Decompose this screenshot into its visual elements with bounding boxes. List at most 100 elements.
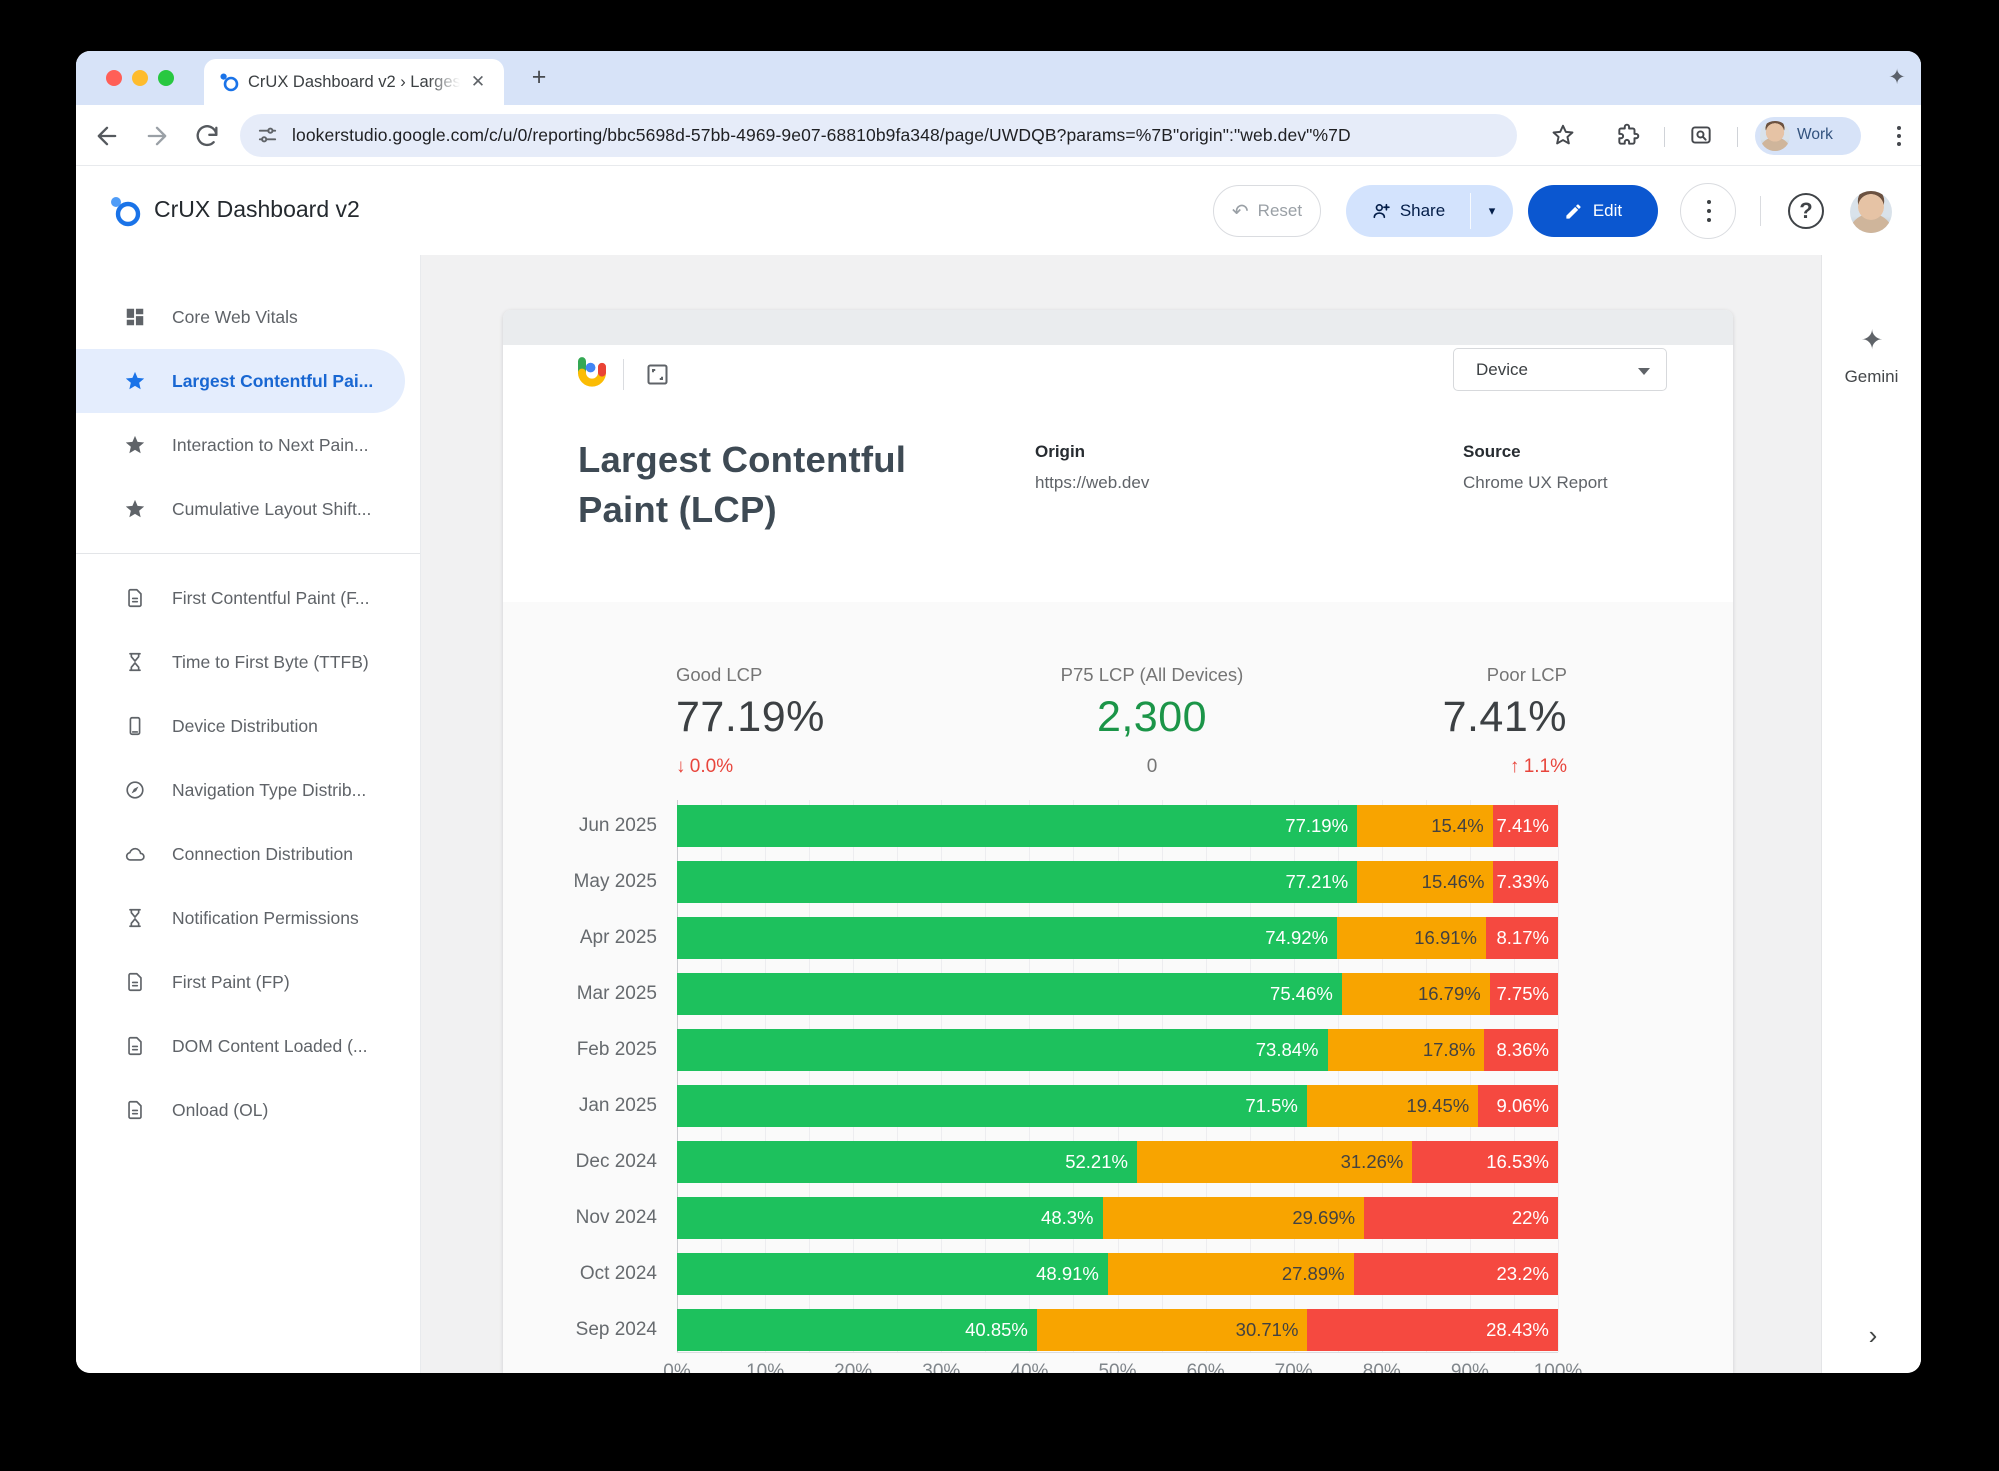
bar-segment-poor[interactable]: 8.17%	[1486, 917, 1558, 959]
bar-segment-poor[interactable]: 8.36%	[1484, 1029, 1558, 1071]
hourglass-icon	[124, 651, 146, 673]
bar-segment-good[interactable]: 40.85%	[677, 1309, 1037, 1351]
bar-segment-needs-improvement[interactable]: 15.4%	[1357, 805, 1493, 847]
bar-segment-good[interactable]: 52.21%	[677, 1141, 1137, 1183]
next-page-chevron[interactable]: ›	[1858, 1321, 1888, 1351]
sidebar-item-label: Connection Distribution	[172, 844, 353, 865]
bar-segment-good[interactable]: 48.3%	[677, 1197, 1103, 1239]
forward-button[interactable]	[143, 122, 171, 150]
bar-segment-good[interactable]: 77.21%	[677, 861, 1357, 903]
new-tab-button[interactable]: +	[524, 63, 554, 93]
share-dropdown-caret-icon[interactable]: ▾	[1471, 185, 1513, 237]
more-options-button[interactable]	[1680, 183, 1736, 239]
bar-segment-good[interactable]: 73.84%	[677, 1029, 1328, 1071]
bar-segment-needs-improvement[interactable]: 17.8%	[1328, 1029, 1485, 1071]
bar-segment-needs-improvement[interactable]: 16.91%	[1337, 917, 1486, 959]
extensions-puzzle-icon[interactable]	[1615, 122, 1641, 148]
sidebar-item[interactable]: Device Distribution	[76, 694, 420, 758]
screenshot-stage: CrUX Dashboard v2 › Largest ✕ + ✦ looker…	[0, 0, 1999, 1471]
dashboard-icon	[124, 306, 146, 328]
browser-tab[interactable]: CrUX Dashboard v2 › Largest ✕	[204, 59, 504, 105]
help-button[interactable]: ?	[1788, 193, 1824, 229]
bar-segment-good[interactable]: 48.91%	[677, 1253, 1108, 1295]
sidebar-item[interactable]: Notification Permissions	[76, 886, 420, 950]
chart-category-label: Oct 2024	[537, 1263, 657, 1285]
star-icon	[124, 370, 146, 392]
profile-chip[interactable]: Work	[1755, 117, 1861, 155]
bar-segment-poor[interactable]: 7.75%	[1490, 973, 1558, 1015]
window-close-button[interactable]	[106, 70, 122, 86]
sidebar-item[interactable]: Navigation Type Distrib...	[76, 758, 420, 822]
sidebar-item[interactable]: First Contentful Paint (F...	[76, 566, 420, 630]
x-axis-tick-label: 100%	[1523, 1361, 1593, 1373]
bar-segment-label: 30.71%	[1236, 1309, 1299, 1351]
sidebar-item[interactable]: DOM Content Loaded (...	[76, 1014, 420, 1078]
gemini-sparkle-icon[interactable]: ✦	[1856, 325, 1888, 356]
pencil-icon	[1564, 202, 1583, 221]
document-icon	[124, 1035, 146, 1057]
sidebar-item[interactable]: Onload (OL)	[76, 1078, 420, 1142]
report-sidebar: Core Web Vitals Largest Contentful Pai...…	[76, 255, 421, 1373]
sidebar-item[interactable]: Time to First Byte (TTFB)	[76, 630, 420, 694]
back-button[interactable]	[93, 122, 121, 150]
bar-segment-needs-improvement[interactable]: 27.89%	[1108, 1253, 1354, 1295]
hourglass-icon	[124, 907, 146, 929]
bar-segment-label: 40.85%	[965, 1309, 1028, 1351]
bar-segment-needs-improvement[interactable]: 29.69%	[1103, 1197, 1365, 1239]
reset-button[interactable]: ↶ Reset	[1213, 185, 1321, 237]
sidebar-item[interactable]: Cumulative Layout Shift...	[76, 477, 420, 541]
lcp-stacked-bar-chart: Jun 202577.19%15.4%7.41%May 202577.21%15…	[503, 800, 1733, 1373]
bar-segment-poor[interactable]: 7.41%	[1493, 805, 1558, 847]
x-axis-tick-label: 30%	[906, 1361, 976, 1373]
bar-segment-good[interactable]: 74.92%	[677, 917, 1337, 959]
sidebar-item[interactable]: First Paint (FP)	[76, 950, 420, 1014]
bar-segment-poor[interactable]: 22%	[1364, 1197, 1558, 1239]
window-minimize-button[interactable]	[132, 70, 148, 86]
sidebar-item[interactable]: Interaction to Next Pain...	[76, 413, 420, 477]
bar-segment-needs-improvement[interactable]: 16.79%	[1342, 973, 1490, 1015]
bar-segment-label: 73.84%	[1256, 1029, 1319, 1071]
sidebar-item[interactable]: Core Web Vitals	[76, 285, 420, 349]
bar-segment-good[interactable]: 71.5%	[677, 1085, 1307, 1127]
bar-segment-good[interactable]: 77.19%	[677, 805, 1357, 847]
bar-segment-poor[interactable]: 23.2%	[1354, 1253, 1558, 1295]
bar-segment-label: 48.91%	[1036, 1253, 1099, 1295]
browser-window: CrUX Dashboard v2 › Largest ✕ + ✦ looker…	[76, 51, 1921, 1373]
share-button[interactable]: Share	[1346, 185, 1470, 237]
reload-button[interactable]	[193, 122, 221, 150]
bar-segment-needs-improvement[interactable]: 30.71%	[1037, 1309, 1308, 1351]
bar-segment-poor[interactable]: 16.53%	[1412, 1141, 1558, 1183]
edit-button[interactable]: Edit	[1528, 185, 1658, 237]
account-avatar[interactable]	[1850, 191, 1892, 233]
bar-segment-poor[interactable]: 28.43%	[1307, 1309, 1557, 1351]
sidebar-item[interactable]: Largest Contentful Pai...	[76, 349, 405, 413]
bar-segment-needs-improvement[interactable]: 19.45%	[1307, 1085, 1478, 1127]
device-filter-dropdown[interactable]: Device	[1453, 348, 1667, 391]
chart-row: Dec 202452.21%31.26%16.53%	[677, 1141, 1558, 1183]
window-zoom-button[interactable]	[158, 70, 174, 86]
tab-search-icon[interactable]	[1688, 122, 1714, 148]
gemini-side-rail: ✦ Gemini ›	[1821, 255, 1921, 1373]
stacked-bar: 48.3%29.69%22%	[677, 1197, 1558, 1239]
scorecard-delta: ↑ 1.1%	[1281, 756, 1567, 778]
sidebar-item-label: Largest Contentful Pai...	[172, 371, 373, 392]
sidebar-item[interactable]: Connection Distribution	[76, 822, 420, 886]
address-bar[interactable]: lookerstudio.google.com/c/u/0/reporting/…	[240, 114, 1517, 157]
origin-block: Origin https://web.dev	[1035, 442, 1149, 493]
document-icon	[124, 1099, 146, 1121]
bar-segment-needs-improvement[interactable]: 31.26%	[1137, 1141, 1412, 1183]
tab-organize-sparkle-icon[interactable]: ✦	[1884, 65, 1910, 91]
bar-segment-poor[interactable]: 9.06%	[1478, 1085, 1558, 1127]
bar-segment-label: 77.21%	[1285, 861, 1348, 903]
tab-close-icon[interactable]: ✕	[468, 72, 488, 92]
browser-menu-kebab-icon[interactable]	[1890, 125, 1908, 147]
scorecard-label: Poor LCP	[1281, 664, 1567, 686]
bar-segment-label: 16.53%	[1486, 1141, 1549, 1183]
bar-segment-needs-improvement[interactable]: 15.46%	[1357, 861, 1493, 903]
sidebar-divider	[76, 553, 420, 554]
fullscreen-expand-icon[interactable]	[644, 361, 671, 388]
site-settings-icon[interactable]	[256, 124, 279, 147]
bookmark-star-icon[interactable]	[1550, 122, 1576, 148]
bar-segment-good[interactable]: 75.46%	[677, 973, 1342, 1015]
bar-segment-poor[interactable]: 7.33%	[1493, 861, 1558, 903]
